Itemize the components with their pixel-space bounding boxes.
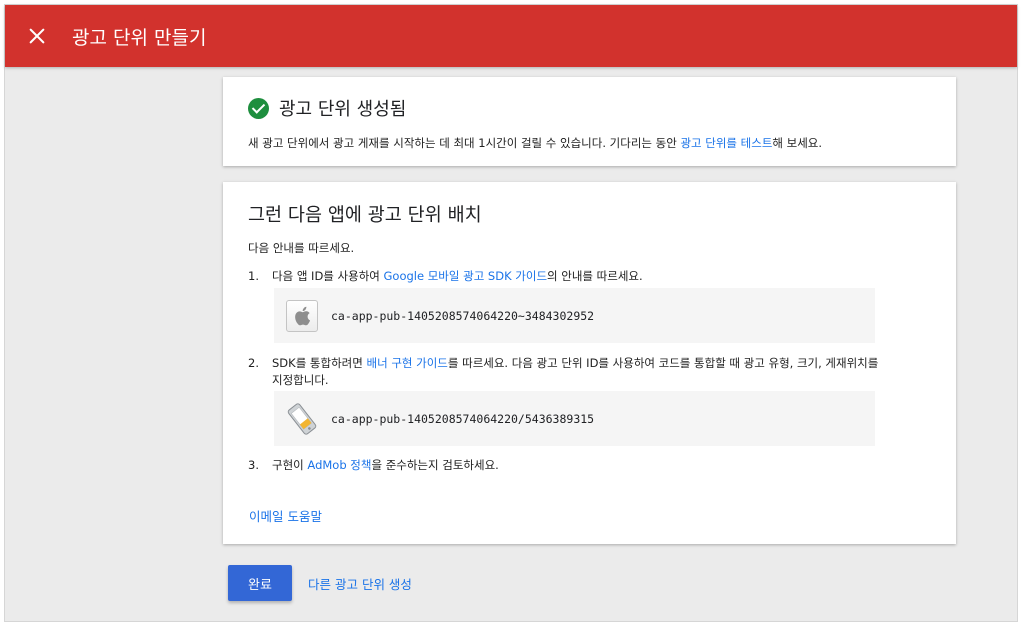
ad-unit-id-text[interactable]: ca-app-pub-1405208574064220/5436389315	[331, 412, 594, 426]
email-help-link[interactable]: 이메일 도움말	[249, 506, 322, 525]
header-bar: 광고 단위 만들기	[5, 5, 1017, 67]
step-text-before: 다음 앱 ID를 사용하여	[272, 269, 384, 283]
step-number: 3.	[248, 458, 259, 472]
step-text: 다음 앱 ID를 사용하여 Google 모바일 광고 SDK 가이드의 안내를…	[272, 268, 884, 285]
step-text-before: 구현이	[272, 458, 308, 472]
ad-unit-created-card: 광고 단위 생성됨 새 광고 단위에서 광고 게재를 시작하는 데 최대 1시간…	[223, 77, 956, 166]
created-description: 새 광고 단위에서 광고 게재를 시작하는 데 최대 1시간이 걸릴 수 있습니…	[248, 135, 822, 151]
close-icon[interactable]	[25, 24, 49, 48]
test-ad-unit-link[interactable]: 광고 단위를 테스트	[680, 136, 772, 150]
app-id-text[interactable]: ca-app-pub-1405208574064220~3484302952	[331, 309, 594, 323]
banner-ad-icon	[286, 401, 318, 437]
step-number: 2.	[248, 356, 259, 370]
done-button[interactable]: 완료	[228, 565, 292, 601]
page-title: 광고 단위 만들기	[72, 26, 207, 49]
step-text-after: 을 준수하는지 검토하세요.	[371, 458, 499, 472]
banner-guide-link[interactable]: 배너 구현 가이드	[367, 356, 448, 370]
created-desc-suffix: 해 보세요.	[772, 136, 823, 150]
apple-icon	[286, 299, 318, 332]
create-another-ad-unit-button[interactable]: 다른 광고 단위 생성	[308, 574, 412, 593]
placement-card: 그런 다음 앱에 광고 단위 배치 다음 안내를 따르세요. 1. 다음 앱 I…	[223, 182, 956, 544]
created-desc-text: 새 광고 단위에서 광고 게재를 시작하는 데 최대 1시간이 걸릴 수 있습니…	[248, 136, 681, 150]
ad-unit-id-box: ca-app-pub-1405208574064220/5436389315	[274, 391, 875, 446]
step-text-before: SDK를 통합하려면	[272, 356, 367, 370]
app-id-box: ca-app-pub-1405208574064220~3484302952	[274, 288, 875, 343]
created-title: 광고 단위 생성됨	[279, 99, 407, 120]
status-row: 광고 단위 생성됨	[248, 95, 406, 121]
placement-title: 그런 다음 앱에 광고 단위 배치	[248, 205, 482, 226]
admob-policy-link[interactable]: AdMob 정책	[307, 458, 371, 472]
step-text: 구현이 AdMob 정책을 준수하는지 검토하세요.	[272, 457, 884, 474]
check-circle-icon	[248, 97, 269, 119]
sdk-guide-link[interactable]: Google 모바일 광고 SDK 가이드	[384, 269, 548, 283]
placement-intro: 다음 안내를 따르세요.	[248, 241, 355, 255]
step-text-after: 의 안내를 따르세요.	[547, 269, 643, 283]
step-text: SDK를 통합하려면 배너 구현 가이드를 따르세요. 다음 광고 단위 ID를…	[272, 355, 884, 389]
step-number: 1.	[248, 269, 259, 283]
